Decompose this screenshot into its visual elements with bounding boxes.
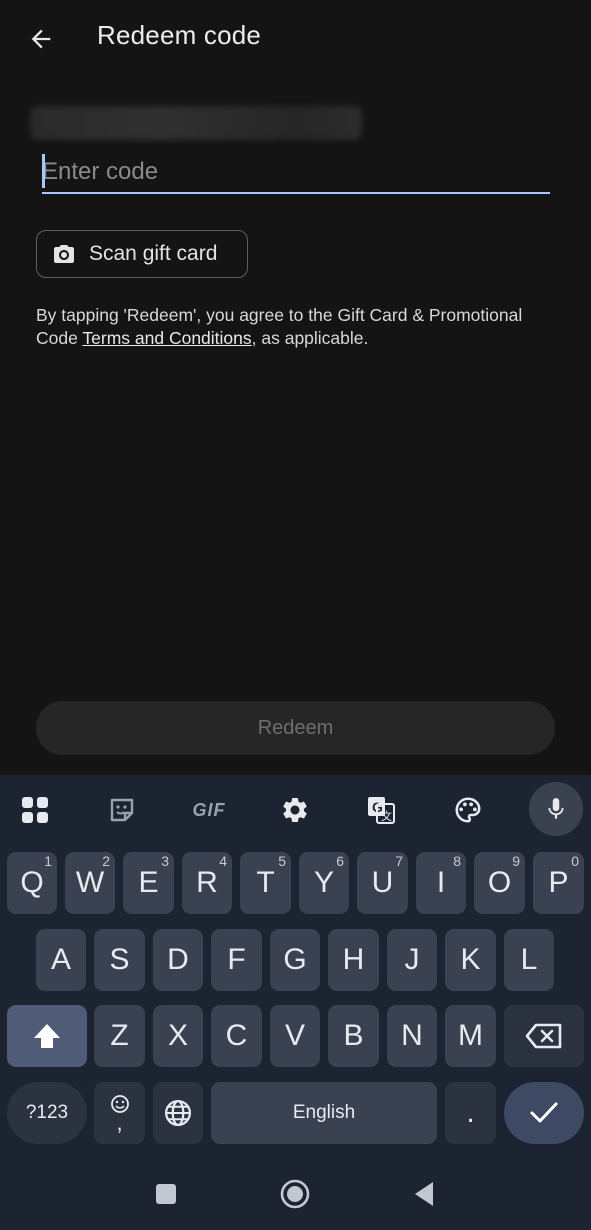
- key-x[interactable]: X: [153, 1005, 203, 1067]
- key-k[interactable]: K: [445, 929, 496, 991]
- key-hint: 2: [102, 853, 110, 869]
- key-hint: 0: [571, 853, 579, 869]
- key-w[interactable]: W2: [65, 852, 115, 914]
- key-hint: 8: [453, 853, 461, 869]
- key-hint: 3: [161, 853, 169, 869]
- key-i[interactable]: I8: [416, 852, 466, 914]
- recents-square-icon[interactable]: [146, 1174, 186, 1214]
- key-label: P: [548, 866, 569, 899]
- translate-icon[interactable]: G 文: [361, 790, 401, 830]
- key-y[interactable]: Y6: [299, 852, 349, 914]
- emoji-comma-key[interactable]: ,: [94, 1082, 145, 1144]
- key-n[interactable]: N: [387, 1005, 437, 1067]
- terms-suffix: , as applicable.: [251, 328, 369, 348]
- key-hint: 7: [395, 853, 403, 869]
- gif-icon[interactable]: GIF: [184, 790, 234, 830]
- sticker-icon[interactable]: [102, 790, 142, 830]
- globe-icon: [165, 1100, 191, 1126]
- key-hint: 1: [44, 853, 52, 869]
- key-o[interactable]: O9: [474, 852, 525, 914]
- key-label: O: [487, 866, 512, 899]
- key-label: T: [256, 866, 275, 899]
- key-q[interactable]: Q1: [7, 852, 57, 914]
- key-hint: 4: [219, 853, 227, 869]
- key-g[interactable]: G: [270, 929, 320, 991]
- key-u[interactable]: U7: [357, 852, 408, 914]
- backspace-key[interactable]: [504, 1005, 584, 1067]
- key-label: U: [371, 866, 394, 899]
- comma-label: ,: [116, 1110, 123, 1135]
- key-label: Y: [313, 866, 334, 899]
- key-hint: 6: [336, 853, 344, 869]
- symbols-key[interactable]: ?123: [7, 1082, 87, 1144]
- home-circle-icon[interactable]: [275, 1174, 315, 1214]
- shift-arrow-icon: [34, 1024, 60, 1048]
- key-d[interactable]: D: [153, 929, 203, 991]
- key-c[interactable]: C: [211, 1005, 262, 1067]
- key-e[interactable]: E3: [123, 852, 174, 914]
- svg-text:文: 文: [381, 809, 392, 823]
- key-hint: 5: [278, 853, 286, 869]
- scan-gift-card-button[interactable]: Scan gift card: [36, 230, 248, 278]
- key-p[interactable]: P0: [533, 852, 584, 914]
- key-b[interactable]: B: [328, 1005, 379, 1067]
- terms-link[interactable]: Terms and Conditions: [82, 328, 251, 348]
- checkmark-icon: [530, 1102, 558, 1123]
- key-z[interactable]: Z: [94, 1005, 145, 1067]
- code-field[interactable]: [42, 150, 550, 194]
- key-t[interactable]: T5: [240, 852, 291, 914]
- key-m[interactable]: M: [445, 1005, 496, 1067]
- backspace-icon: [525, 1023, 562, 1049]
- shift-key[interactable]: [7, 1005, 87, 1067]
- apps-grid-icon[interactable]: [15, 790, 55, 830]
- key-label: E: [138, 866, 159, 899]
- key-hint: 9: [512, 853, 520, 869]
- key-l[interactable]: L: [504, 929, 554, 991]
- arrow-back-icon: [31, 29, 51, 49]
- scan-gift-card-label: Scan gift card: [89, 242, 218, 265]
- key-label: Q: [20, 866, 44, 899]
- key-f[interactable]: F: [211, 929, 262, 991]
- space-key[interactable]: English: [211, 1082, 437, 1144]
- back-triangle-icon[interactable]: [404, 1174, 444, 1214]
- terms-text: By tapping 'Redeem', you agree to the Gi…: [36, 304, 566, 350]
- language-globe-key[interactable]: [153, 1082, 203, 1144]
- microphone-button[interactable]: [529, 782, 583, 836]
- blurred-account-info: [30, 106, 362, 140]
- settings-gear-icon[interactable]: [275, 790, 315, 830]
- key-a[interactable]: A: [36, 929, 86, 991]
- key-label: W: [75, 866, 105, 899]
- key-j[interactable]: J: [387, 929, 437, 991]
- back-button[interactable]: [18, 16, 64, 62]
- key-label: I: [436, 866, 446, 899]
- code-input[interactable]: [42, 154, 550, 190]
- key-h[interactable]: H: [328, 929, 379, 991]
- microphone-icon: [548, 798, 564, 819]
- key-label: R: [196, 866, 218, 899]
- key-v[interactable]: V: [270, 1005, 320, 1067]
- enter-key[interactable]: [504, 1082, 584, 1144]
- key-r[interactable]: R4: [182, 852, 232, 914]
- palette-icon[interactable]: [448, 790, 488, 830]
- gif-label: GIF: [192, 799, 226, 820]
- page-title: Redeem code: [97, 20, 262, 50]
- text-cursor: [42, 154, 45, 188]
- key-s[interactable]: S: [94, 929, 145, 991]
- period-key[interactable]: .: [445, 1082, 496, 1144]
- camera-icon: [54, 245, 74, 263]
- redeem-button[interactable]: Redeem: [36, 701, 555, 755]
